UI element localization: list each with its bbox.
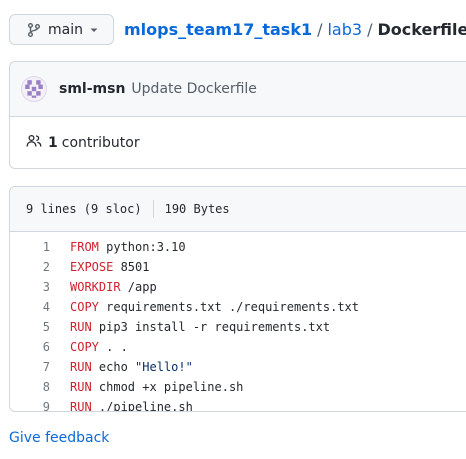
line-number[interactable]: 3 <box>10 280 50 294</box>
line-code: WORKDIR /app <box>50 280 157 294</box>
code-keyword: WORKDIR <box>70 280 121 294</box>
code-args: /app <box>120 280 157 294</box>
contributor-count: 1 <box>48 135 58 151</box>
code-keyword: RUN <box>70 380 92 394</box>
code-args: echo <box>91 360 136 374</box>
code-keyword: RUN <box>70 400 92 412</box>
breadcrumb-bar: main mlops_team17_task1 / lab3 / Dockerf… <box>9 14 466 45</box>
breadcrumb-separator: / <box>367 20 373 39</box>
line-number[interactable]: 7 <box>10 360 50 374</box>
code-line: 6 COPY . . <box>10 337 466 357</box>
breadcrumb-separator: / <box>317 20 323 39</box>
code-line: 7 RUN echo "Hello!" <box>10 357 466 377</box>
file-content-box: 9 lines (9 sloc) 190 Bytes 1 FROM python:… <box>9 186 466 412</box>
line-number[interactable]: 9 <box>10 400 50 411</box>
breadcrumb-repo-link[interactable]: mlops_team17_task1 <box>124 20 312 39</box>
contributor-label: contributor <box>61 135 140 151</box>
breadcrumb-current-file: Dockerfile <box>377 20 466 39</box>
line-code: RUN echo "Hello!" <box>50 360 193 374</box>
caret-down-icon <box>89 25 99 35</box>
line-code: FROM python:3.10 <box>50 240 186 254</box>
git-branch-icon <box>26 22 42 38</box>
code-view[interactable]: 1 FROM python:3.10 2 EXPOSE 8501 3 WORKDIR /a… <box>10 232 466 412</box>
divider <box>152 200 154 218</box>
code-keyword: COPY <box>70 300 99 314</box>
people-icon <box>26 133 48 153</box>
breadcrumb: mlops_team17_task1 / lab3 / Dockerfile <box>124 20 466 39</box>
line-code: RUN ./pipeline.sh <box>50 400 193 412</box>
file-info-header: 9 lines (9 sloc) 190 Bytes <box>10 187 466 232</box>
line-code: RUN chmod +x pipeline.sh <box>50 380 243 394</box>
identicon-icon <box>25 80 43 98</box>
branch-select-button[interactable]: main <box>9 14 114 45</box>
code-keyword: FROM <box>70 240 99 254</box>
code-line: 4 COPY requirements.txt ./requirements.tx… <box>10 297 466 317</box>
line-number[interactable]: 6 <box>10 340 50 354</box>
commit-message-link[interactable]: Update Dockerfile <box>131 81 257 97</box>
code-keyword: RUN <box>70 320 92 334</box>
file-line-count: 9 lines (9 sloc) <box>26 202 142 216</box>
code-keyword: EXPOSE <box>70 260 114 274</box>
give-feedback-link[interactable]: Give feedback <box>9 430 109 446</box>
contributors-row[interactable]: 1 contributor <box>10 117 466 169</box>
avatar[interactable] <box>21 76 47 102</box>
code-line: 2 EXPOSE 8501 <box>10 257 466 277</box>
commit-header: sml-msn Update Dockerfile <box>10 62 466 117</box>
latest-commit-box: sml-msn Update Dockerfile 1 contributor <box>9 61 466 169</box>
code-keyword: RUN <box>70 360 92 374</box>
code-args: chmod +x pipeline.sh <box>91 380 244 394</box>
code-line: 3 WORKDIR /app <box>10 277 466 297</box>
code-args: requirements.txt ./requirements.txt <box>98 300 359 314</box>
line-code: COPY . . <box>50 340 128 354</box>
line-number[interactable]: 8 <box>10 380 50 394</box>
breadcrumb-folder-link[interactable]: lab3 <box>327 20 362 39</box>
code-args: ./pipeline.sh <box>91 400 193 412</box>
line-code: COPY requirements.txt ./requirements.txt <box>50 300 359 314</box>
code-args: python:3.10 <box>98 240 186 254</box>
code-line: 8 RUN chmod +x pipeline.sh <box>10 377 466 397</box>
branch-name: main <box>48 21 83 38</box>
line-code: RUN pip3 install -r requirements.txt <box>50 320 330 334</box>
code-string: "Hello!" <box>135 360 193 374</box>
file-size: 190 Bytes <box>164 202 230 216</box>
line-code: EXPOSE 8501 <box>50 260 149 274</box>
code-line: 9 RUN ./pipeline.sh <box>10 397 466 412</box>
line-number[interactable]: 1 <box>10 240 50 254</box>
line-number[interactable]: 5 <box>10 320 50 334</box>
commit-author-link[interactable]: sml-msn <box>59 81 125 97</box>
code-keyword: COPY <box>70 340 99 354</box>
file-view-page: main mlops_team17_task1 / lab3 / Dockerf… <box>0 0 466 459</box>
code-args: 8501 <box>113 260 150 274</box>
line-number[interactable]: 2 <box>10 260 50 274</box>
code-line: 1 FROM python:3.10 <box>10 237 466 257</box>
line-number[interactable]: 4 <box>10 300 50 314</box>
code-args: pip3 install -r requirements.txt <box>91 320 331 334</box>
code-line: 5 RUN pip3 install -r requirements.txt <box>10 317 466 337</box>
code-args: . . <box>98 340 128 354</box>
